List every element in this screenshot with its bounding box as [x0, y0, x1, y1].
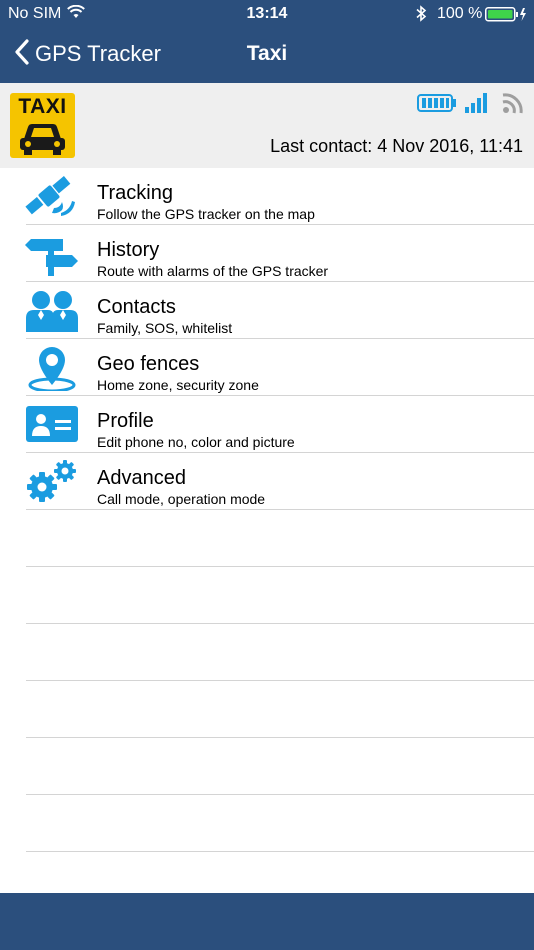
- empty-row: [0, 795, 534, 852]
- empty-row: [0, 567, 534, 624]
- device-status-icons: [417, 89, 527, 117]
- menu-item-title: Geo fences: [97, 353, 200, 375]
- menu-item-title: History: [97, 239, 160, 261]
- gps-signal-icon: [502, 93, 523, 114]
- menu-item-subtitle: Follow the GPS tracker on the map: [97, 206, 315, 222]
- menu-item-advanced[interactable]: Advanced Call mode, operation mode: [0, 453, 534, 510]
- menu-item-subtitle: Call mode, operation mode: [97, 491, 266, 507]
- menu-item-title: Contacts: [97, 296, 176, 318]
- taxi-car-icon: [20, 124, 65, 155]
- battery-level-icon: [417, 94, 456, 112]
- menu-item-title: Advanced: [97, 467, 186, 489]
- last-contact-label: Last contact: 4 Nov 2016, 11:41: [270, 136, 523, 156]
- signal-strength-icon: [465, 93, 487, 113]
- menu-item-profile[interactable]: Profile Edit phone no, color and picture: [0, 396, 534, 453]
- menu-item-subtitle: Family, SOS, whitelist: [97, 320, 233, 336]
- navigation-bar: GPS Tracker Taxi: [0, 28, 534, 83]
- gears-icon: [24, 459, 80, 505]
- location-pin-icon: [24, 345, 80, 393]
- battery-icon: [485, 7, 529, 27]
- menu-item-subtitle: Route with alarms of the GPS tracker: [97, 263, 329, 279]
- empty-row: [0, 510, 534, 567]
- status-bar: No SIM 13:14 100 %: [0, 0, 534, 28]
- empty-row: [0, 624, 534, 681]
- device-header: TAXI Last contact: 4 Nov 2016, 11:41: [0, 83, 534, 168]
- menu-item-subtitle: Edit phone no, color and picture: [97, 434, 295, 450]
- empty-row: [0, 681, 534, 738]
- menu-item-title: Profile: [97, 410, 154, 432]
- menu-item-tracking[interactable]: Tracking Follow the GPS tracker on the m…: [0, 168, 534, 225]
- signpost-icon: [24, 231, 80, 277]
- page-title: Taxi: [246, 42, 288, 65]
- id-card-icon: [24, 402, 80, 448]
- feature-menu: Tracking Follow the GPS tracker on the m…: [0, 168, 534, 852]
- menu-item-geo-fences[interactable]: Geo fences Home zone, security zone: [0, 339, 534, 396]
- satellite-icon: [24, 174, 80, 220]
- menu-item-title: Tracking: [97, 182, 173, 204]
- top-bar: No SIM 13:14 100 % GPS Tracker Taxi: [0, 0, 534, 83]
- bluetooth-icon: [415, 5, 427, 27]
- menu-item-contacts[interactable]: Contacts Family, SOS, whitelist: [0, 282, 534, 339]
- battery-percent: 100 %: [437, 5, 483, 22]
- empty-row: [0, 738, 534, 795]
- menu-item-history[interactable]: History Route with alarms of the GPS tra…: [0, 225, 534, 282]
- contacts-icon: [24, 288, 80, 334]
- bottom-toolbar: [0, 893, 534, 950]
- menu-item-subtitle: Home zone, security zone: [97, 377, 259, 393]
- taxi-logo: TAXI: [10, 93, 75, 158]
